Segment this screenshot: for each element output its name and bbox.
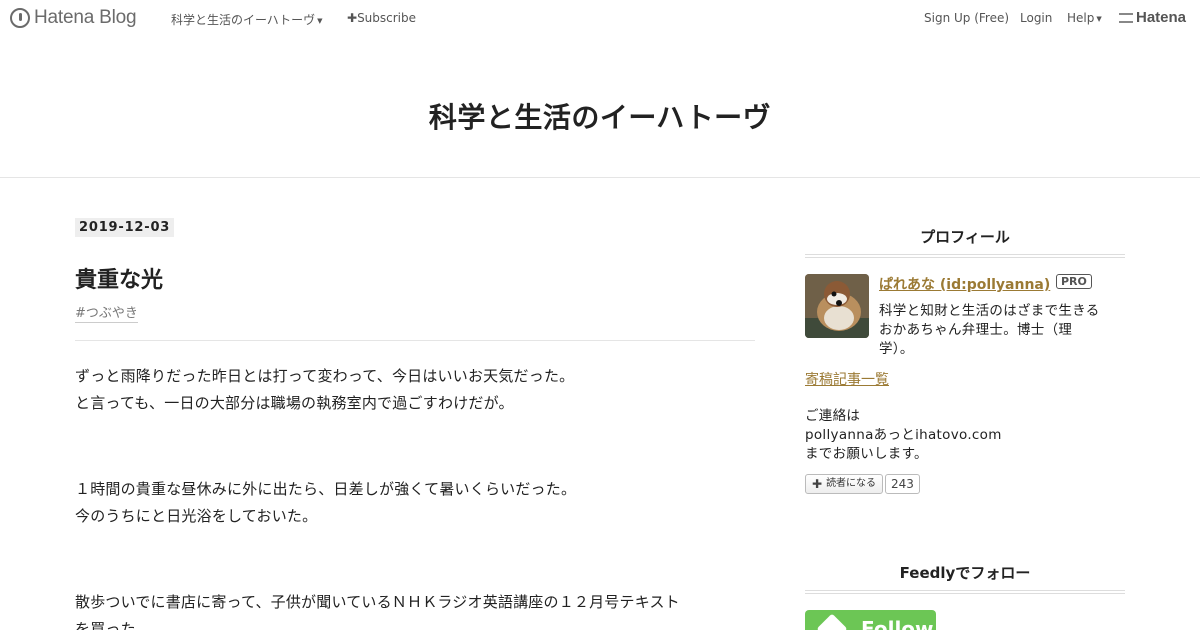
profile-description-line: 学）。: [879, 341, 914, 357]
subscribe-label: Subscribe: [357, 11, 417, 25]
feedly-follow-button[interactable]: Follow: [805, 610, 936, 630]
reader-button-label: 読者になる: [826, 478, 877, 489]
avatar[interactable]: [805, 274, 869, 338]
feedly-icon: [816, 613, 848, 630]
archive-link[interactable]: 寄稿記事一覧: [805, 369, 889, 389]
hatena-logo-icon: [1119, 12, 1133, 23]
help-label: Help: [1067, 11, 1095, 25]
caret-down-icon: ▼: [1096, 14, 1102, 23]
entry-paragraph-line: ずっと雨降りだった昨日とは打って変わって、今日はいいお天気だった。: [75, 367, 575, 385]
contact-line: pollyannaあっとihatovo.com: [805, 427, 1002, 443]
reader-count[interactable]: 243: [885, 474, 920, 494]
contact-line: ご連絡は: [805, 408, 861, 424]
feedly-heading: Feedlyでフォロー: [899, 564, 1031, 582]
entry-category-tag[interactable]: #つぶやき: [75, 302, 138, 323]
help-dropdown[interactable]: Help ▼: [1067, 11, 1102, 25]
hatena-blog-logo[interactable]: Hatena Blog: [10, 7, 137, 29]
pro-badge[interactable]: PRO: [1056, 274, 1092, 289]
entry-paragraph-line: と言っても、一日の大部分は職場の執務室内で過ごすわけだが。: [75, 394, 514, 412]
login-link[interactable]: Login: [1020, 11, 1052, 25]
blog-title[interactable]: 科学と生活のイーハトーヴ: [0, 96, 1200, 136]
entry-title[interactable]: 貴重な光: [75, 262, 163, 294]
avatar-image: [805, 274, 869, 338]
global-header: Hatena Blog 科学と生活のイーハトーヴ ▼ ✚Subscribe Sig…: [0, 0, 1200, 36]
blog-menu-dropdown[interactable]: 科学と生活のイーハトーヴ ▼: [171, 11, 323, 28]
signup-link[interactable]: Sign Up (Free): [924, 11, 1009, 25]
entry-divider: [75, 340, 755, 341]
subscribe-reader-button[interactable]: ✚ 読者になる: [805, 474, 884, 494]
profile-heading-rule: [805, 254, 1125, 258]
entry-date[interactable]: 2019-12-03: [75, 218, 175, 237]
entry-paragraph-line: 今のうちにと日光浴をしておいた。: [75, 507, 318, 525]
hatena-blog-logo-text: Hatena Blog: [34, 7, 137, 28]
profile-name-link[interactable]: ぱれあな (id:pollyanna): [879, 274, 1050, 294]
entry-paragraph-line: １時間の貴重な昼休みに外に出たら、日差しが強くて暑いくらいだった。: [75, 480, 577, 498]
profile-heading: プロフィール: [920, 228, 1010, 246]
profile-description-line: おかあちゃん弁理士。博士（理: [879, 322, 1073, 338]
follow-button-label: Follow: [861, 617, 934, 630]
entry-paragraph-line: を買った。: [75, 620, 152, 630]
header-divider: [0, 177, 1200, 178]
hatena-logo[interactable]: Hatena: [1119, 9, 1186, 26]
plus-icon: ✚: [812, 477, 823, 491]
blog-menu-label: 科学と生活のイーハトーヴ: [171, 13, 316, 27]
hatena-blog-logo-icon: [10, 8, 30, 28]
caret-down-icon: ▼: [317, 16, 323, 25]
feedly-heading-rule: [805, 590, 1125, 594]
hatena-logo-text: Hatena: [1136, 9, 1187, 26]
plus-icon: ✚: [347, 11, 358, 25]
contact-line: までお願いします。: [805, 446, 928, 462]
entry-paragraph-line: 散歩ついでに書店に寄って、子供が聞いているＮＨＫラジオ英語講座の１２月号テキスト: [75, 593, 680, 611]
profile-description-line: 科学と知財と生活のはざまで生きる: [879, 303, 1100, 319]
subscribe-button[interactable]: ✚Subscribe: [347, 11, 416, 25]
